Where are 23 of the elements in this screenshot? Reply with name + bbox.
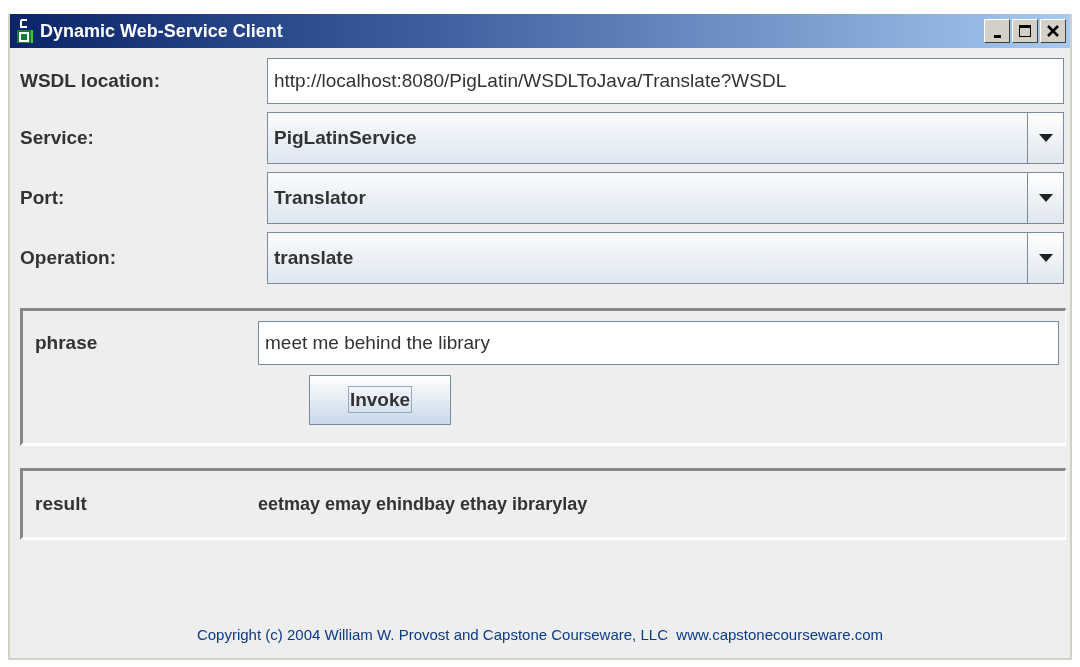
- caret-icon: [1038, 254, 1053, 262]
- parameter-label: phrase: [34, 330, 99, 355]
- invoke-button[interactable]: Invoke: [309, 375, 451, 425]
- dropdown[interactable]: translate: [267, 232, 1064, 284]
- minimize-icon: [993, 34, 1001, 38]
- minimize-button[interactable]: [984, 19, 1010, 43]
- close-button[interactable]: [1040, 19, 1066, 43]
- parameter-field[interactable]: meet me behind the library: [258, 321, 1059, 365]
- result-label: result: [34, 491, 88, 516]
- app-icon: [16, 18, 34, 44]
- dropdown[interactable]: PigLatinService: [267, 112, 1064, 164]
- caret-icon: [1038, 134, 1053, 142]
- caret-icon: [1038, 194, 1053, 202]
- maximize-button[interactable]: [1012, 19, 1038, 43]
- field-label: Port:: [20, 185, 66, 210]
- field-label: Operation:: [20, 245, 118, 270]
- window-title: Dynamic Web-Service Client: [40, 19, 284, 43]
- copyright-text: Copyright (c) 2004 William W. Provost and Capstone Courseware, LLC www.capstonecourseware.com: [195, 624, 885, 645]
- field-label: WSDL location:: [20, 68, 162, 93]
- field-label: Service:: [20, 125, 95, 150]
- url-field[interactable]: http://localhost:8080/PigLatin/WSDLToJava/Translate?WSDL: [267, 58, 1064, 104]
- result-text: eetmay emay ehindbay ethay ibrarylay: [258, 492, 588, 516]
- dropdown[interactable]: Translator: [267, 172, 1064, 224]
